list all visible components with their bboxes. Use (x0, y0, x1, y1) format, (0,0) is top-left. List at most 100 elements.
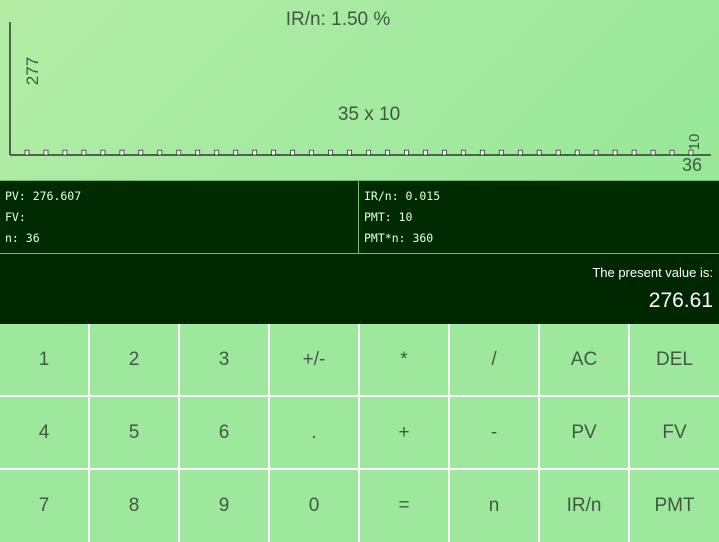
bar-period-19 (366, 149, 371, 156)
key-2[interactable]: 2 (90, 324, 178, 395)
key-plus-minus-label: +/- (302, 348, 326, 370)
key-1[interactable]: 1 (0, 324, 88, 395)
info-panel: PV: 276.607 FV: n: 36 IR/n: 0.015 PMT: 1… (0, 180, 719, 253)
key-8-label: 8 (128, 495, 140, 516)
bar-period-3 (62, 149, 68, 156)
bar-period-1 (24, 149, 30, 156)
key-8[interactable]: 8 (90, 470, 178, 542)
key-add[interactable]: + (360, 397, 448, 468)
key-6[interactable]: 6 (180, 397, 268, 468)
bar-period-11 (214, 149, 220, 156)
bar-period-30 (574, 149, 580, 156)
key-n[interactable]: n (450, 470, 538, 542)
key-9[interactable]: 9 (180, 470, 268, 542)
key-subtract[interactable]: - (450, 397, 538, 468)
key-6-label: 6 (218, 421, 230, 443)
bar-period-29 (555, 149, 561, 156)
bar-period-31 (593, 149, 599, 156)
key-decimal-label: . (311, 421, 317, 443)
key-4-label: 4 (38, 421, 50, 443)
bar-period-23 (441, 149, 447, 156)
key-divide[interactable]: / (450, 324, 538, 395)
cash-flow-chart: IR/n: 1.50 % 277 35 x 10 36 10 (9, 9, 711, 175)
result-value: 276.61 (648, 289, 713, 312)
info-left-column: PV: 276.607 FV: n: 36 (0, 181, 357, 253)
key-add-label: + (398, 421, 410, 443)
bar-period-4 (81, 149, 87, 156)
graph-header: IR/n: 1.50 % (286, 9, 391, 30)
bar-period-7 (138, 149, 144, 156)
result-display: The present value is: 276.61 (0, 253, 719, 324)
key-2-label: 2 (128, 348, 140, 370)
bar-period-18 (347, 149, 352, 156)
key-multiply-label: * (400, 348, 408, 370)
graph-panel: IR/n: 1.50 % 277 35 x 10 36 10 (0, 0, 719, 180)
bar-period-16 (309, 149, 315, 156)
key-pmt[interactable]: PMT (630, 470, 719, 542)
bar-period-2 (43, 149, 49, 156)
bar-period-25 (479, 149, 485, 156)
key-pv[interactable]: PV (540, 397, 628, 468)
key-1-label: 1 (38, 348, 50, 370)
bar-period-32 (612, 149, 618, 156)
bar-period-5 (100, 149, 106, 156)
key-3-label: 3 (218, 348, 230, 370)
bar-period-17 (328, 149, 333, 156)
key-pv-label: PV (571, 421, 597, 443)
key-0-label: 0 (308, 495, 320, 516)
key-divide-label: / (491, 348, 497, 370)
key-5[interactable]: 5 (90, 397, 178, 468)
key-delete[interactable]: DEL (630, 324, 719, 395)
key-all-clear-label: AC (570, 348, 598, 370)
key-fv-label: FV (662, 421, 687, 443)
key-5-label: 5 (128, 421, 140, 443)
bar-period-14 (271, 149, 277, 156)
bar-period-21 (403, 149, 409, 156)
pv-readout: PV: 276.607 (5, 189, 82, 203)
key-pmt-label: PMT (654, 495, 695, 516)
key-plus-minus[interactable]: +/- (270, 324, 358, 395)
key-delete-label: DEL (656, 348, 693, 370)
key-multiply[interactable]: * (360, 324, 448, 395)
ir-readout: IR/n: 0.015 (364, 189, 441, 203)
key-7-label: 7 (38, 495, 50, 516)
bar-period-20 (385, 149, 390, 156)
key-fv[interactable]: FV (630, 397, 719, 468)
key-4[interactable]: 4 (0, 397, 88, 468)
key-0[interactable]: 0 (270, 470, 358, 542)
key-ir-n[interactable]: IR/n (540, 470, 628, 542)
key-3[interactable]: 3 (180, 324, 268, 395)
bar-period-24 (460, 149, 466, 156)
n-readout: n: 36 (5, 231, 40, 245)
keypad: 1 2 3 +/- * / AC DEL 4 5 6. + - PV FV 7 8 9 0 = n IR/n PMT (0, 324, 719, 542)
pmt-readout: PMT: 10 (364, 210, 413, 224)
bar-period-8 (157, 149, 163, 156)
key-7[interactable]: 7 (0, 470, 88, 542)
bar-period-28 (536, 149, 542, 156)
bar-period-15 (290, 149, 296, 156)
bar-period-12 (233, 149, 239, 156)
bar-period-26 (498, 149, 504, 156)
graph-center-label: 35 x 10 (338, 104, 400, 125)
key-equals-label: = (398, 495, 410, 516)
bar-period-27 (517, 149, 523, 156)
bar-period-10 (195, 149, 201, 156)
info-right-column: IR/n: 0.015 PMT: 10 PMT*n: 360 (358, 181, 719, 253)
key-all-clear[interactable]: AC (540, 324, 628, 395)
graph-x-end-label: 36 (682, 155, 702, 175)
bar-period-34 (650, 149, 656, 156)
bar-period-22 (422, 149, 428, 156)
bar-period-13 (252, 149, 258, 156)
key-ir-n-label: IR/n (566, 495, 602, 516)
bar-period-6 (119, 149, 125, 156)
result-label: The present value is: (592, 265, 713, 280)
key-decimal[interactable]: . (270, 397, 358, 468)
bar-period-9 (176, 149, 182, 156)
key-subtract-label: - (490, 421, 498, 443)
key-equals[interactable]: = (360, 470, 448, 542)
bar-period-33 (631, 149, 637, 156)
graph-last-bar-label: 10 (686, 134, 703, 151)
bar-period-35 (669, 149, 675, 156)
graph-y-value-label: 277 (23, 57, 42, 85)
key-n-label: n (488, 495, 500, 516)
